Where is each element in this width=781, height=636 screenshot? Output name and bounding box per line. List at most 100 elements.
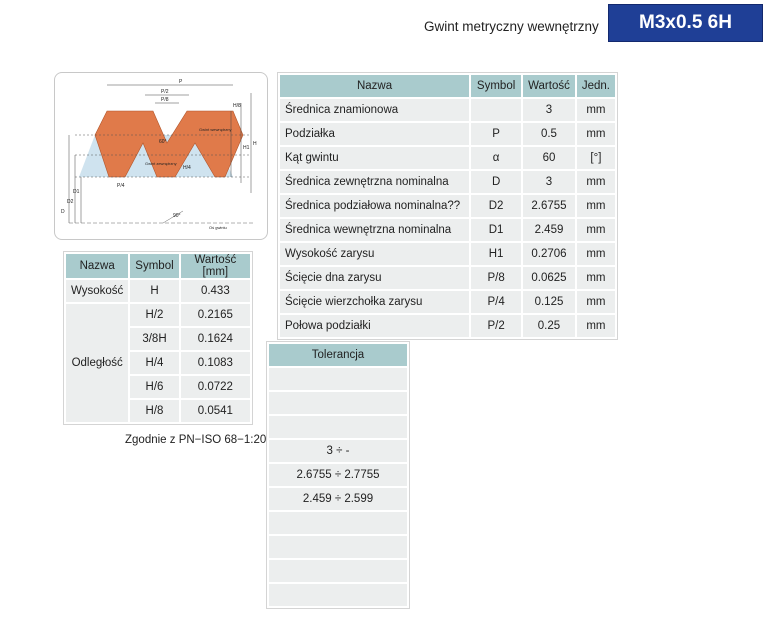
tolerance-value xyxy=(269,368,407,390)
thread-profile-diagram: P P/2 P/8 60° Gwint wewnętrzny Gwint zew… xyxy=(54,72,268,240)
thread-type-label: Gwint metryczny wewnętrzny xyxy=(424,19,599,34)
row-name: Wysokość zarysu xyxy=(280,243,470,265)
row-symbol xyxy=(471,99,522,121)
tolerance-table: Tolerancja 3 ÷ -2.6755 ÷ 2.7755 2.459 ÷ 2… xyxy=(266,341,410,609)
label-angle60: 60° xyxy=(159,139,167,145)
tolerance-value: 2.459 ÷ 2.599 xyxy=(269,488,407,510)
row-symbol: H1 xyxy=(471,243,522,265)
row-value: 2.6755 xyxy=(523,195,575,217)
col-name-header: Nazwa xyxy=(66,254,129,278)
row-value: 0.433 xyxy=(180,280,250,302)
row-symbol: H/8 xyxy=(130,400,179,422)
row-unit: mm xyxy=(576,99,615,121)
label-p8: P/8 xyxy=(161,97,169,103)
table-row: Średnica podziałowa nominalna?? D2 2.6755 m… xyxy=(280,195,615,217)
row-value: 3 xyxy=(523,171,575,193)
row-value: 0.1624 xyxy=(180,328,250,350)
col-symbol-header: Symbol xyxy=(471,75,522,97)
label-angle90: 90° xyxy=(173,213,181,219)
col-value-header: Wartość [mm] xyxy=(180,254,250,278)
row-value: 0.2165 xyxy=(180,304,250,326)
tolerance-value xyxy=(269,392,407,414)
table-row: Średnica znamionowa 3 mm xyxy=(280,99,615,121)
row-name: Odległość xyxy=(66,304,129,422)
row-name: Średnica wewnętrzna nominalna xyxy=(280,219,470,241)
row-symbol: H/2 xyxy=(130,304,179,326)
row-unit: mm xyxy=(576,291,615,313)
col-value-header: Wartość xyxy=(523,75,575,97)
row-value: 0.2706 xyxy=(523,243,575,265)
label-external: Gwint zewnętrzny xyxy=(145,161,177,166)
row-name: Średnica podziałowa nominalna?? xyxy=(280,195,470,217)
table-row: Średnica zewnętrzna nominalna D 3 mm xyxy=(280,171,615,193)
row-unit: mm xyxy=(576,171,615,193)
row-value: 3 xyxy=(523,99,575,121)
tolerance-value: 3 ÷ - xyxy=(269,440,407,462)
norm-reference: Zgodnie z PN−ISO 68−1:2000 xyxy=(125,434,280,446)
row-name: Podziałka xyxy=(280,123,470,145)
table-row xyxy=(269,416,407,438)
row-symbol: α xyxy=(471,147,522,169)
label-p2: P/2 xyxy=(161,89,169,95)
thread-parameters-table: Nazwa Symbol Wartość Jedn. Średnica znam… xyxy=(277,72,618,340)
table-row: 2.6755 ÷ 2.7755 xyxy=(269,464,407,486)
row-name: Połowa podziałki xyxy=(280,315,470,337)
row-unit: [°] xyxy=(576,147,615,169)
row-symbol: P/2 xyxy=(471,315,522,337)
row-unit: mm xyxy=(576,123,615,145)
row-value: 0.5 xyxy=(523,123,575,145)
row-name: Średnica znamionowa xyxy=(280,99,470,121)
label-h1: H1 xyxy=(243,145,250,151)
table-row xyxy=(269,512,407,534)
row-symbol: H xyxy=(130,280,179,302)
row-unit: mm xyxy=(576,267,615,289)
row-symbol: H/6 xyxy=(130,376,179,398)
row-symbol: 3/8H xyxy=(130,328,179,350)
row-value: 0.0722 xyxy=(180,376,250,398)
table-row xyxy=(269,392,407,414)
row-value: 0.1083 xyxy=(180,352,250,374)
row-unit: mm xyxy=(576,315,615,337)
table-row: Kąt gwintu α 60 [°] xyxy=(280,147,615,169)
row-name: Wysokość xyxy=(66,280,129,302)
row-symbol: D xyxy=(471,171,522,193)
label-axis: Oś gwintu xyxy=(209,225,227,230)
row-symbol: P xyxy=(471,123,522,145)
table-row: Wysokość zarysu H1 0.2706 mm xyxy=(280,243,615,265)
tolerance-value xyxy=(269,584,407,606)
col-unit-header: Jedn. xyxy=(576,75,615,97)
row-value: 60 xyxy=(523,147,575,169)
tolerance-value xyxy=(269,416,407,438)
tolerance-value xyxy=(269,560,407,582)
table-row: Średnica wewnętrzna nominalna D1 2.459 mm xyxy=(280,219,615,241)
table-row: Podziałka P 0.5 mm xyxy=(280,123,615,145)
table-row: Połowa podziałki P/2 0.25 mm xyxy=(280,315,615,337)
table-row xyxy=(269,368,407,390)
tolerance-value: 2.6755 ÷ 2.7755 xyxy=(269,464,407,486)
row-value: 2.459 xyxy=(523,219,575,241)
table-row xyxy=(269,560,407,582)
row-symbol: D1 xyxy=(471,219,522,241)
label-p4: P/4 xyxy=(117,183,125,189)
row-unit: mm xyxy=(576,243,615,265)
row-value: 0.0625 xyxy=(523,267,575,289)
col-name-header: Nazwa xyxy=(280,75,470,97)
tolerance-header: Tolerancja xyxy=(269,344,407,366)
internal-thread-profile xyxy=(94,110,244,178)
table-row: Ścięcie dna zarysu P/8 0.0625 mm xyxy=(280,267,615,289)
row-value: 0.125 xyxy=(523,291,575,313)
row-symbol: D2 xyxy=(471,195,522,217)
table-row: 3 ÷ - xyxy=(269,440,407,462)
row-name: Kąt gwintu xyxy=(280,147,470,169)
thread-designation-badge: M3x0.5 6H xyxy=(608,4,763,42)
row-symbol: P/8 xyxy=(471,267,522,289)
row-symbol: H/4 xyxy=(130,352,179,374)
label-h4: H/4 xyxy=(183,165,191,171)
row-name: Ścięcie dna zarysu xyxy=(280,267,470,289)
table-row: Odległość H/2 0.2165 xyxy=(66,304,250,422)
label-h: H xyxy=(253,141,257,147)
col-symbol-header: Symbol xyxy=(130,254,179,278)
row-value: 0.0541 xyxy=(180,400,250,422)
table-row xyxy=(269,584,407,606)
row-unit: mm xyxy=(576,195,615,217)
